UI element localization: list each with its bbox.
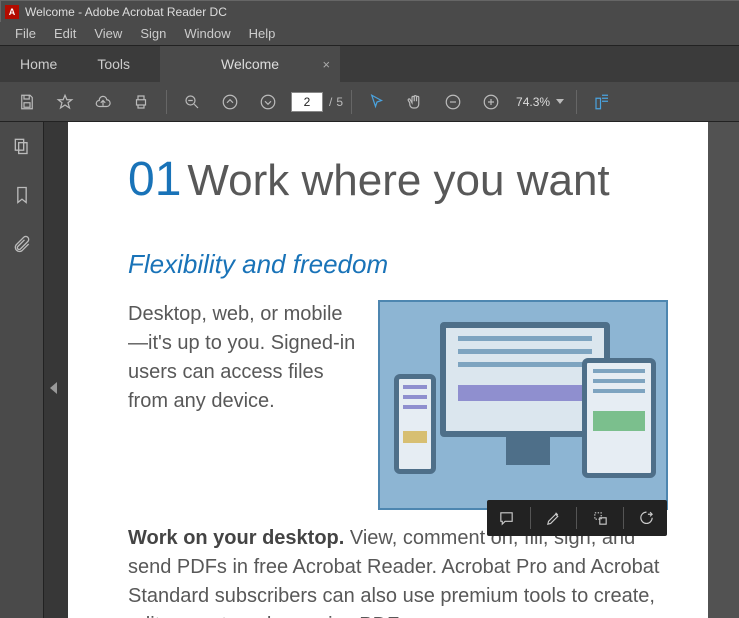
chevron-down-icon (556, 99, 564, 104)
close-tab-icon[interactable]: × (322, 57, 330, 72)
separator (576, 90, 577, 114)
page-display-icon[interactable] (583, 82, 621, 122)
tab-document[interactable]: Welcome × (160, 46, 340, 82)
page-number-input[interactable] (291, 92, 323, 112)
window-title: Welcome - Adobe Acrobat Reader DC (25, 5, 227, 19)
zoom-plus-icon[interactable] (472, 82, 510, 122)
menu-view[interactable]: View (85, 23, 131, 44)
separator (530, 507, 531, 529)
highlight-icon[interactable] (537, 501, 571, 535)
document-page: 01Work where you want Flexibility and fr… (68, 122, 708, 618)
workspace: 01Work where you want Flexibility and fr… (0, 122, 739, 618)
zoom-minus-icon[interactable] (434, 82, 472, 122)
page-separator: / (329, 95, 332, 109)
copy-image-icon[interactable] (583, 501, 617, 535)
hand-icon[interactable] (396, 82, 434, 122)
bookmark-icon[interactable] (12, 185, 32, 210)
titlebar: A Welcome - Adobe Acrobat Reader DC (0, 0, 739, 22)
star-icon[interactable] (46, 82, 84, 122)
tab-tools[interactable]: Tools (77, 46, 150, 82)
p2-strong: Work on your desktop. (128, 527, 344, 549)
page-total: 5 (336, 95, 343, 109)
collapse-handle-icon[interactable] (50, 382, 57, 394)
zoom-level-label: 74.3% (516, 95, 550, 109)
menu-window[interactable]: Window (175, 23, 239, 44)
heading-title: Work where you want (187, 156, 609, 205)
zoom-out-icon[interactable] (173, 82, 211, 122)
selection-arrow-icon[interactable] (358, 82, 396, 122)
edit-icon[interactable] (630, 501, 664, 535)
thumbnails-icon[interactable] (12, 136, 32, 161)
comment-icon[interactable] (490, 501, 524, 535)
print-icon[interactable] (122, 82, 160, 122)
separator (351, 90, 352, 114)
menu-file[interactable]: File (6, 23, 45, 44)
page-up-icon[interactable] (211, 82, 249, 122)
menubar: File Edit View Sign Window Help (0, 22, 739, 46)
menu-sign[interactable]: Sign (131, 23, 175, 44)
separator (623, 507, 624, 529)
devices-illustration (378, 300, 668, 510)
app-icon: A (5, 5, 19, 19)
subheading: Flexibility and freedom (128, 249, 668, 280)
left-rail (0, 122, 44, 618)
tab-home[interactable]: Home (0, 46, 77, 82)
zoom-level-select[interactable]: 74.3% (510, 95, 570, 109)
body-paragraph-2: Work on your desktop. View, comment on, … (128, 524, 668, 618)
tab-row: Home Tools Welcome × (0, 46, 739, 82)
selection-toolbar (487, 500, 667, 536)
tab-document-label: Welcome (221, 56, 279, 72)
panel-gutter[interactable] (44, 122, 68, 618)
page-heading: 01Work where you want (128, 152, 668, 207)
page-area[interactable]: 01Work where you want Flexibility and fr… (68, 122, 739, 618)
menu-edit[interactable]: Edit (45, 23, 85, 44)
save-icon[interactable] (8, 82, 46, 122)
separator (576, 507, 577, 529)
cloud-icon[interactable] (84, 82, 122, 122)
separator (166, 90, 167, 114)
body-paragraph-1: Desktop, web, or mobile—it's up to you. … (128, 300, 362, 510)
heading-number: 01 (128, 153, 181, 206)
toolbar: / 5 74.3% (0, 82, 739, 122)
page-down-icon[interactable] (249, 82, 287, 122)
menu-help[interactable]: Help (240, 23, 285, 44)
attachment-icon[interactable] (12, 234, 32, 259)
